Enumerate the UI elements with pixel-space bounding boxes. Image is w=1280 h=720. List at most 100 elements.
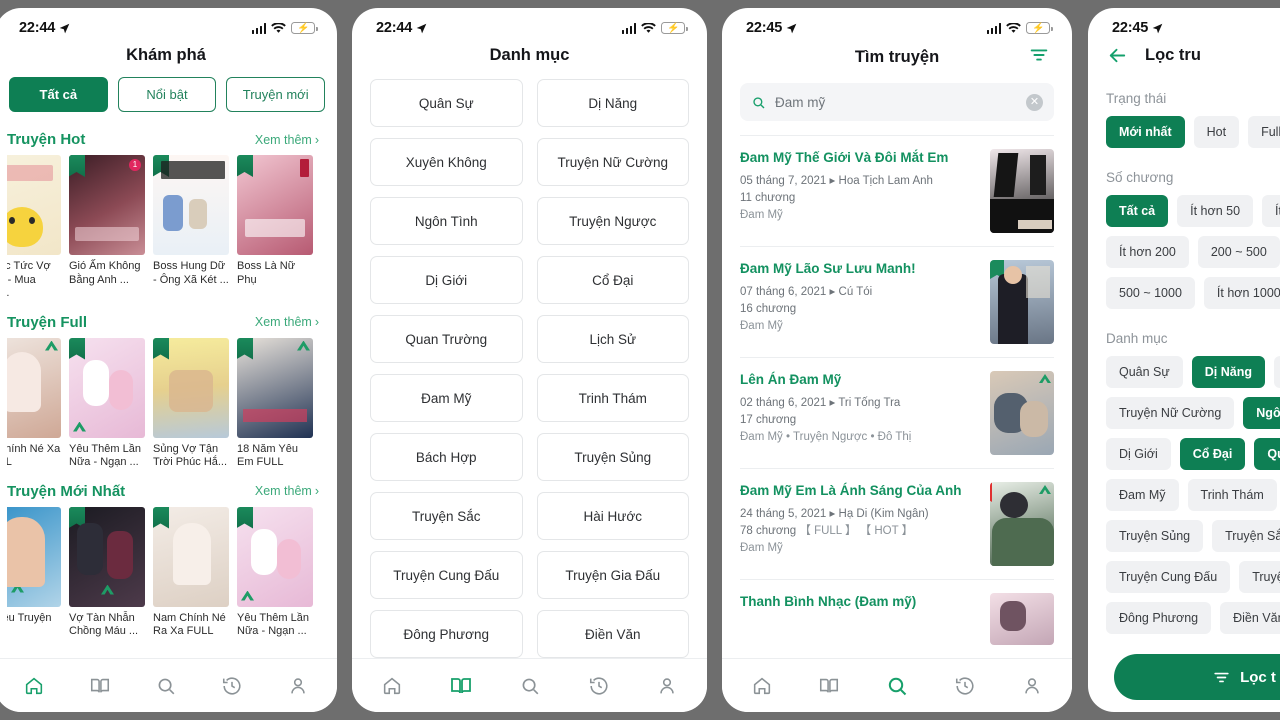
category-cell[interactable]: Ngôn Tình <box>370 197 523 245</box>
category-cell[interactable]: Lịch Sử <box>536 315 689 363</box>
nav-history-icon[interactable] <box>954 675 976 697</box>
category-chip[interactable]: Truyện Nữ Cường <box>1106 397 1235 429</box>
chapter-chip[interactable]: Tất cả <box>1106 195 1169 227</box>
back-arrow-icon[interactable] <box>1106 44 1129 67</box>
nav-home-icon[interactable] <box>381 675 403 697</box>
book-card[interactable]: 18 Năm Yêu Em FULL <box>237 337 313 470</box>
category-chip[interactable]: Truyện Cung Đấu <box>1106 561 1231 593</box>
book-card[interactable]: Chọc Tức Vợ Yêu - Mua Mộ... <box>7 155 61 301</box>
category-cell[interactable]: Xuyên Không <box>370 138 523 186</box>
category-chip[interactable]: X <box>1274 356 1280 388</box>
filter-icon[interactable] <box>1028 44 1050 71</box>
category-cell[interactable]: Dị Giới <box>370 256 523 304</box>
category-chip[interactable]: Cổ Đại <box>1179 438 1246 470</box>
chapter-chip[interactable]: 200 ~ 500 <box>1197 236 1280 268</box>
category-cell[interactable]: Truyện Nữ Cường <box>536 138 689 186</box>
book-card[interactable]: Sủng Vợ Tận Trời Phúc Hắ... <box>153 337 229 470</box>
category-chip[interactable]: Dị Năng <box>1191 356 1265 388</box>
see-more-link-hot[interactable]: Xem thêm › <box>255 133 319 147</box>
chapter-chip[interactable]: Ít hơn 50 <box>1177 195 1254 227</box>
book-card[interactable]: Yêu Thêm Lần Nữa - Ngạn ... <box>237 506 313 639</box>
book-card[interactable]: Boss Là Nữ Phụ <box>237 155 313 301</box>
book-card[interactable]: ữ Yêu Truyện ULL <box>7 506 61 639</box>
chapter-chip[interactable]: Ít hơn 200 <box>1106 236 1189 268</box>
category-chip[interactable]: Đông Phương <box>1106 602 1212 634</box>
clear-circle-icon[interactable]: ✕ <box>1026 93 1043 111</box>
category-chip[interactable]: Ngôn <box>1243 397 1280 429</box>
chapter-chip[interactable]: 500 ~ 1000 <box>1106 277 1195 309</box>
nav-person-icon[interactable] <box>287 675 309 697</box>
category-cell[interactable]: Truyện Gia Đấu <box>536 551 689 599</box>
nav-search-icon[interactable] <box>519 675 541 697</box>
book-card[interactable]: Nam Chính Né Ra Xa FULL <box>153 506 229 639</box>
status-chip[interactable]: Full - <box>1248 116 1280 148</box>
book-cover: 1 <box>69 155 145 255</box>
result-author: Tri Tống Tra <box>838 397 901 409</box>
segment-new[interactable]: Truyện mới <box>226 77 326 112</box>
see-more-link-newest[interactable]: Xem thêm › <box>255 484 319 498</box>
book-card[interactable]: Vợ Tàn Nhẫn Chồng Máu ... <box>69 506 145 639</box>
category-chip[interactable]: Trinh Thám <box>1187 479 1277 511</box>
nav-book-icon[interactable] <box>89 675 111 697</box>
book-card[interactable]: 1 Gió Ấm Không Bằng Anh ... <box>69 155 145 301</box>
nav-person-icon[interactable] <box>1021 675 1043 697</box>
category-cell[interactable]: Đam Mỹ <box>370 374 523 422</box>
category-cell[interactable]: Hài Hước <box>536 492 689 540</box>
book-shelf-newest[interactable]: ữ Yêu Truyện ULL Vợ Tàn Nhẫn Chồng Máu .… <box>7 506 325 643</box>
category-chip[interactable]: Truyện Sủng <box>1106 520 1204 552</box>
nav-search-icon[interactable] <box>885 674 909 698</box>
nav-history-icon[interactable] <box>588 675 610 697</box>
category-cell[interactable]: Truyện Cung Đấu <box>370 551 523 599</box>
category-chip[interactable]: Đam Mỹ <box>1106 479 1179 511</box>
category-grid: Quân Sự Dị Năng Xuyên Không Truyện Nữ Cư… <box>370 77 689 658</box>
segment-label: Nổi bật <box>146 87 188 102</box>
status-chip[interactable]: Hot <box>1193 116 1240 148</box>
category-cell[interactable]: Quân Sự <box>370 79 523 127</box>
apply-filter-button[interactable]: Lọc t <box>1114 654 1280 700</box>
page-title: Danh mục <box>489 46 570 64</box>
category-cell[interactable]: Truyện Sủng <box>536 433 689 481</box>
category-chip[interactable]: Truyện Sắc <box>1212 520 1280 552</box>
book-card[interactable]: Boss Hung Dữ - Ông Xã Két ... <box>153 155 229 301</box>
see-more-link-full[interactable]: Xem thêm › <box>255 315 319 329</box>
nav-search-icon[interactable] <box>155 675 177 697</box>
search-input[interactable]: Đam mỹ ✕ <box>740 83 1054 121</box>
nav-person-icon[interactable] <box>656 675 678 697</box>
category-cell[interactable]: Bách Hợp <box>370 433 523 481</box>
nav-home-icon[interactable] <box>23 675 45 697</box>
category-chip[interactable]: Quan <box>1254 438 1280 470</box>
category-cell[interactable]: Dị Năng <box>536 79 689 127</box>
nav-book-icon[interactable] <box>449 674 473 698</box>
status-chip[interactable]: Mới nhất <box>1106 116 1185 148</box>
search-result-row[interactable]: Đam Mỹ Thế Giới Và Đôi Mắt Em 05 tháng 7… <box>740 136 1054 247</box>
category-chip[interactable]: Quân Sự <box>1106 356 1183 388</box>
chapter-chip[interactable]: Ít h <box>1262 195 1280 227</box>
search-result-row[interactable]: Thanh Bình Nhạc (Đam mỹ) <box>740 580 1054 658</box>
category-chip[interactable]: Dị Giới <box>1106 438 1171 470</box>
bullet-icon: ▸ <box>829 397 839 409</box>
category-cell[interactable]: Điền Văn <box>536 610 689 658</box>
search-result-row[interactable]: Lên Án Đam Mỹ 02 tháng 6, 2021 ▸ Tri Tốn… <box>740 358 1054 469</box>
search-result-row[interactable]: Đam Mỹ Lão Sư Lưu Manh! 07 tháng 6, 2021… <box>740 247 1054 358</box>
category-cell[interactable]: Truyện Sắc <box>370 492 523 540</box>
nav-book-icon[interactable] <box>818 675 840 697</box>
category-chip[interactable]: Điền Văn <box>1220 602 1280 634</box>
book-card[interactable]: Yêu Thêm Lần Nữa - Ngạn ... <box>69 337 145 470</box>
ribbon-badge <box>153 506 169 529</box>
search-result-row[interactable]: Đam Mỹ Em Là Ánh Sáng Của Anh 24 tháng 5… <box>740 469 1054 580</box>
category-cell[interactable]: Đông Phương <box>370 610 523 658</box>
book-shelf-hot[interactable]: Chọc Tức Vợ Yêu - Mua Mộ... 1 Gió Ấm Khô… <box>7 155 325 305</box>
segment-featured[interactable]: Nổi bật <box>117 77 217 112</box>
category-cell[interactable]: Trinh Thám <box>536 374 689 422</box>
category-cell[interactable]: Cổ Đại <box>536 256 689 304</box>
nav-home-icon[interactable] <box>751 675 773 697</box>
category-cell[interactable]: Truyện Ngược <box>536 197 689 245</box>
chapter-chip[interactable]: Ít hơn 1000 <box>1203 277 1280 309</box>
chip-label: Ít hơn 1000 <box>1216 286 1280 300</box>
category-chip[interactable]: Truyện <box>1239 561 1280 593</box>
nav-history-icon[interactable] <box>221 675 243 697</box>
book-card[interactable]: m Chính Né Xa FULL <box>7 337 61 470</box>
segment-all[interactable]: Tất cả <box>9 77 108 112</box>
book-shelf-full[interactable]: m Chính Né Xa FULL Yêu Thêm Lần Nữa - Ng… <box>7 337 325 474</box>
category-cell[interactable]: Quan Trường <box>370 315 523 363</box>
